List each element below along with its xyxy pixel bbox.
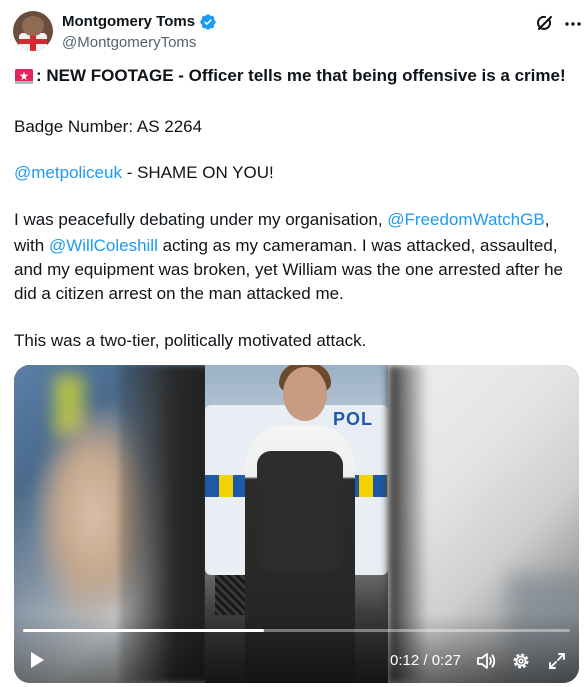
post-headline: : NEW FOOTAGE - Officer tells me that be…: [14, 63, 573, 88]
volume-icon[interactable]: [475, 650, 497, 672]
body-line-2: with @WillColeshill acting as my cameram…: [14, 233, 573, 258]
closing-line: This was a two-tier, politically motivat…: [14, 331, 367, 350]
video-progress-fill: [23, 629, 264, 632]
video-time-separator: /: [419, 652, 432, 669]
post-card: Montgomery Toms @MontgomeryToms: NEW FO…: [0, 0, 587, 687]
author-name-row: Montgomery Toms: [62, 12, 217, 32]
author-handle[interactable]: @MontgomeryToms: [62, 34, 196, 52]
mention-freedomwatchgb[interactable]: @FreedomWatchGB: [387, 210, 544, 229]
play-icon[interactable]: [26, 649, 48, 671]
body-line-1-text: I was peacefully debating under my organ…: [14, 210, 388, 229]
video-progress-bar[interactable]: [23, 629, 570, 632]
video-player[interactable]: POL 0:12 / 0:27: [14, 365, 579, 683]
controls-overlay: [14, 613, 579, 683]
officer-vest: [257, 451, 343, 571]
badge-number-line: Badge Number: AS 2264: [14, 117, 203, 136]
headline-text: : NEW FOOTAGE - Officer tells me that be…: [36, 66, 566, 85]
avatar-flag-cross-bar: [19, 39, 47, 44]
fullscreen-expand-icon[interactable]: [546, 650, 568, 672]
body-line-1-comma: ,: [544, 210, 550, 229]
verified-badge-icon[interactable]: [199, 13, 217, 31]
shame-text: - SHAME ON YOU!: [121, 163, 274, 182]
more-icon[interactable]: [563, 14, 583, 34]
author-avatar[interactable]: [13, 11, 53, 51]
settings-gear-icon[interactable]: [510, 650, 532, 672]
avatar-face: [22, 16, 44, 36]
van-marking: POL: [333, 409, 374, 429]
shame-line: @metpoliceuk - SHAME ON YOU!: [14, 160, 573, 185]
officer-head: [283, 367, 327, 421]
video-duration: 0:27: [431, 652, 461, 669]
rotating-light-icon: [14, 66, 34, 86]
mention-metpoliceuk[interactable]: @metpoliceuk: [14, 163, 122, 182]
mention-willcoleshill[interactable]: @WillColeshill: [49, 236, 158, 255]
body-line-3: and my equipment was broken, yet William…: [14, 260, 563, 279]
body-line-1: I was peacefully debating under my organ…: [14, 207, 573, 232]
body-line-2-end: acting as my cameraman. I was attacked, …: [157, 236, 558, 255]
video-time: 0:12 / 0:27: [390, 651, 461, 671]
body-line-4: did a citizen arrest on the man attacked…: [14, 284, 344, 303]
video-current-time: 0:12: [390, 652, 420, 669]
body-line-2-start: with: [14, 236, 49, 255]
grok-icon[interactable]: [535, 13, 555, 33]
author-display-name[interactable]: Montgomery Toms: [62, 12, 195, 32]
